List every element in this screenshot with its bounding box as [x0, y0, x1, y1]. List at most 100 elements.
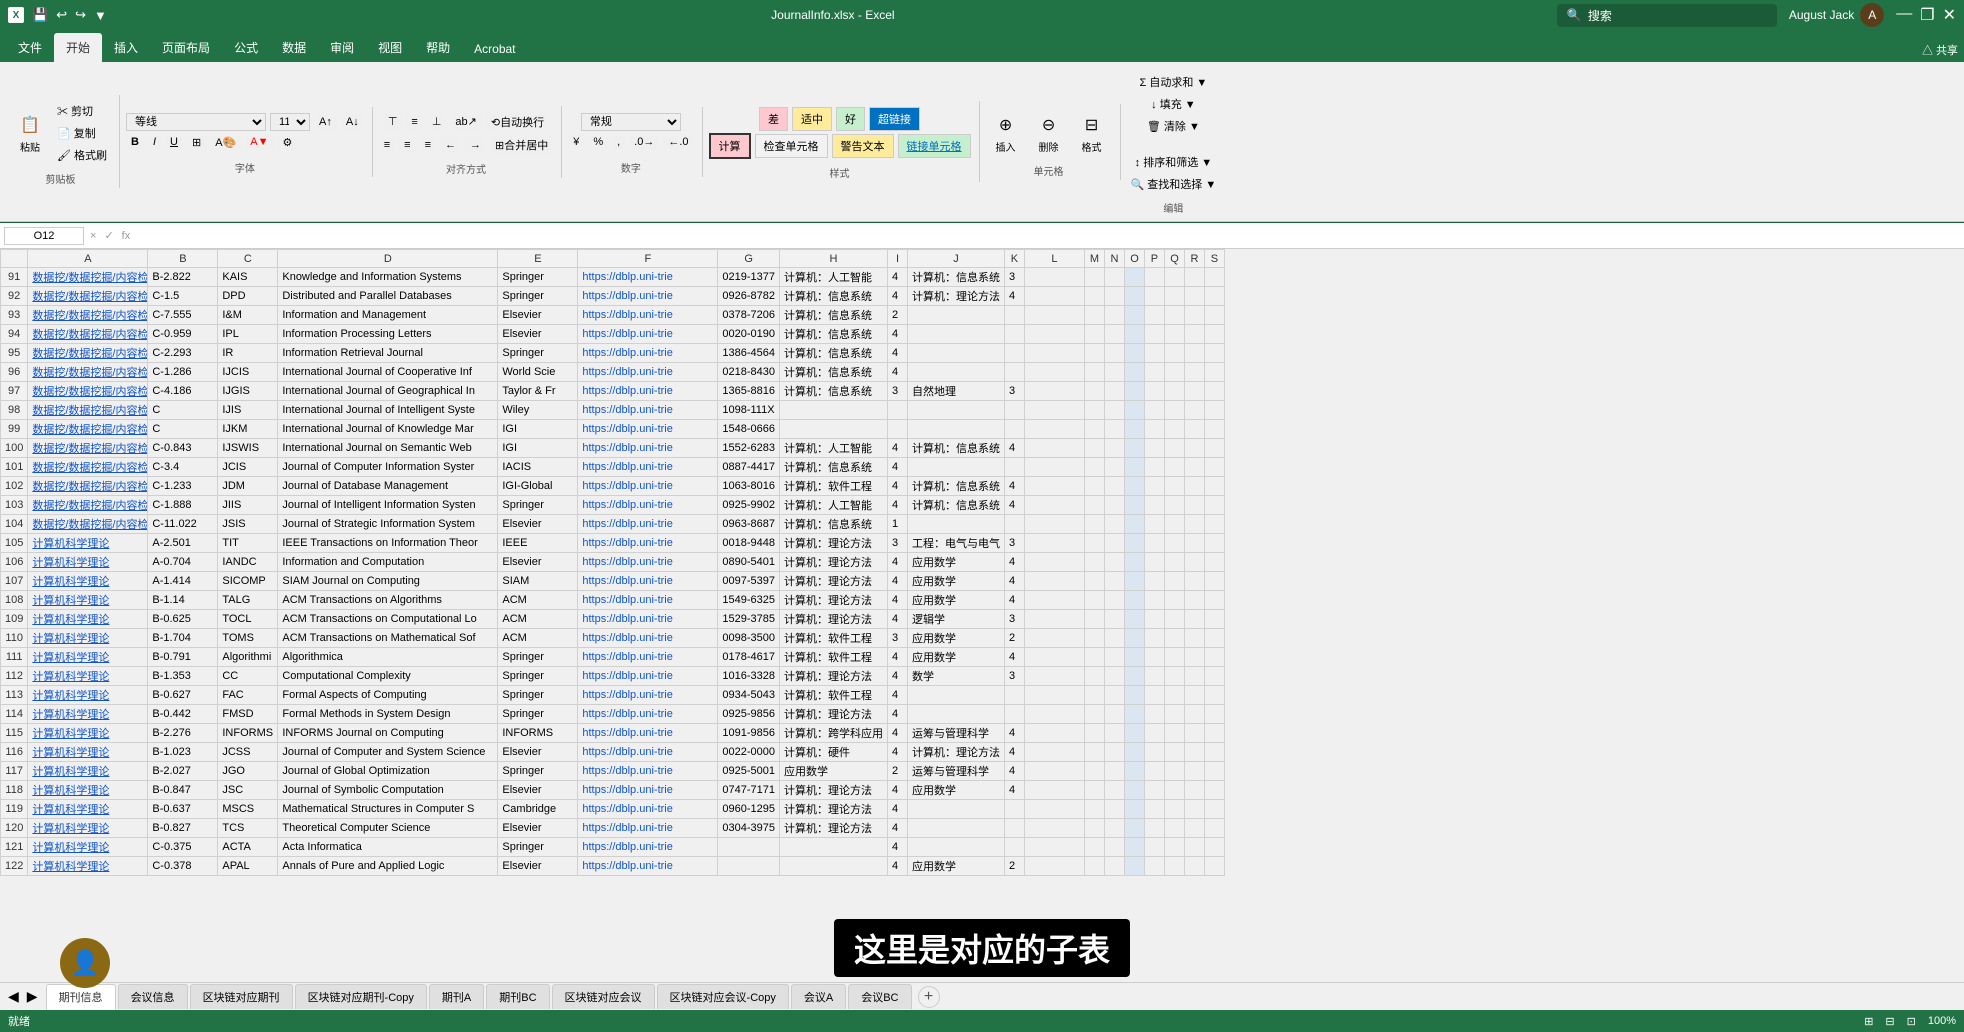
cell-n97[interactable]	[1104, 382, 1124, 401]
cell-s92[interactable]	[1204, 287, 1224, 306]
style-calc[interactable]: 计算	[709, 133, 751, 159]
cell-j91[interactable]: 计算机：信息系统	[907, 268, 1004, 287]
cell-p105[interactable]	[1144, 534, 1164, 553]
cell-e101[interactable]: IACIS	[498, 458, 578, 477]
cell-g107[interactable]: 0097-5397	[718, 572, 780, 591]
cell-k104[interactable]	[1004, 515, 1024, 534]
cell-k118[interactable]: 4	[1004, 781, 1024, 800]
cell-j104[interactable]	[907, 515, 1004, 534]
cell-q96[interactable]	[1164, 363, 1184, 382]
cell-g111[interactable]: 0178-4617	[718, 648, 780, 667]
cell-r121[interactable]	[1184, 838, 1204, 857]
cell-reference-input[interactable]	[4, 227, 84, 245]
fill-btn[interactable]: ↓ 填充 ▼	[1147, 94, 1200, 114]
cell-d110[interactable]: ACM Transactions on Mathematical Sof	[278, 629, 498, 648]
cell-s113[interactable]	[1204, 686, 1224, 705]
cell-d107[interactable]: SIAM Journal on Computing	[278, 572, 498, 591]
cell-n105[interactable]	[1104, 534, 1124, 553]
cell-e99[interactable]: IGI	[498, 420, 578, 439]
cell-e98[interactable]: Wiley	[498, 401, 578, 420]
cell-c99[interactable]: IJKM	[218, 420, 278, 439]
cell-f95[interactable]: https://dblp.uni-trie	[578, 344, 718, 363]
cell-l110[interactable]	[1024, 629, 1084, 648]
cell-j100[interactable]: 计算机：信息系统	[907, 439, 1004, 458]
cell-m103[interactable]	[1084, 496, 1104, 515]
cell-b122[interactable]: C-0.378	[148, 857, 218, 876]
cell-l121[interactable]	[1024, 838, 1084, 857]
cell-c122[interactable]: APAL	[218, 857, 278, 876]
col-header-c[interactable]: C	[218, 250, 278, 268]
cell-s114[interactable]	[1204, 705, 1224, 724]
cell-b116[interactable]: B-1.023	[148, 743, 218, 762]
cell-m101[interactable]	[1084, 458, 1104, 477]
cell-p107[interactable]	[1144, 572, 1164, 591]
cell-c96[interactable]: IJCIS	[218, 363, 278, 382]
cell-f114[interactable]: https://dblp.uni-trie	[578, 705, 718, 724]
cell-a93[interactable]: 数据挖/数据挖掘/内容检索	[28, 306, 148, 325]
cell-b102[interactable]: C-1.233	[148, 477, 218, 496]
cell-f93[interactable]: https://dblp.uni-trie	[578, 306, 718, 325]
cell-m115[interactable]	[1084, 724, 1104, 743]
cell-p102[interactable]	[1144, 477, 1164, 496]
view-layout-btn[interactable]: ⊟	[1885, 1015, 1894, 1028]
cell-f121[interactable]: https://dblp.uni-trie	[578, 838, 718, 857]
cell-e111[interactable]: Springer	[498, 648, 578, 667]
cell-e114[interactable]: Springer	[498, 705, 578, 724]
cell-c92[interactable]: DPD	[218, 287, 278, 306]
col-header-h[interactable]: H	[779, 250, 887, 268]
cell-g96[interactable]: 0218-8430	[718, 363, 780, 382]
cell-a112[interactable]: 计算机科学理论	[28, 667, 148, 686]
cell-m113[interactable]	[1084, 686, 1104, 705]
cell-d101[interactable]: Journal of Computer Information Syster	[278, 458, 498, 477]
cell-l106[interactable]	[1024, 553, 1084, 572]
cell-i114[interactable]: 4	[887, 705, 907, 724]
cell-d102[interactable]: Journal of Database Management	[278, 477, 498, 496]
cell-e119[interactable]: Cambridge	[498, 800, 578, 819]
cell-f109[interactable]: https://dblp.uni-trie	[578, 610, 718, 629]
cell-f96[interactable]: https://dblp.uni-trie	[578, 363, 718, 382]
cell-r96[interactable]	[1184, 363, 1204, 382]
cell-o110[interactable]	[1124, 629, 1144, 648]
cell-d91[interactable]: Knowledge and Information Systems	[278, 268, 498, 287]
sheet-tab-期刊A[interactable]: 期刊A	[429, 984, 484, 1009]
cell-s116[interactable]	[1204, 743, 1224, 762]
cell-r93[interactable]	[1184, 306, 1204, 325]
cell-j96[interactable]	[907, 363, 1004, 382]
cell-q102[interactable]	[1164, 477, 1184, 496]
cell-r112[interactable]	[1184, 667, 1204, 686]
cell-i99[interactable]	[887, 420, 907, 439]
save-quick-btn[interactable]: 💾	[30, 5, 50, 25]
cell-p118[interactable]	[1144, 781, 1164, 800]
cell-q92[interactable]	[1164, 287, 1184, 306]
font-color-btn[interactable]: A▼	[245, 134, 273, 150]
cell-i105[interactable]: 3	[887, 534, 907, 553]
cell-d113[interactable]: Formal Aspects of Computing	[278, 686, 498, 705]
cell-m104[interactable]	[1084, 515, 1104, 534]
cell-a95[interactable]: 数据挖/数据挖掘/内容检索	[28, 344, 148, 363]
cell-h112[interactable]: 计算机：理论方法	[779, 667, 887, 686]
tab-review[interactable]: 审阅	[318, 33, 366, 62]
cell-a94[interactable]: 数据挖/数据挖掘/内容检索	[28, 325, 148, 344]
cell-e120[interactable]: Elsevier	[498, 819, 578, 838]
col-header-g[interactable]: G	[718, 250, 780, 268]
cell-r108[interactable]	[1184, 591, 1204, 610]
cell-b114[interactable]: B-0.442	[148, 705, 218, 724]
cell-k91[interactable]: 3	[1004, 268, 1024, 287]
cell-b111[interactable]: B-0.791	[148, 648, 218, 667]
cell-e96[interactable]: World Scie	[498, 363, 578, 382]
cell-o99[interactable]	[1124, 420, 1144, 439]
sheet-nav-right[interactable]: ▶	[23, 988, 42, 1005]
cell-l105[interactable]	[1024, 534, 1084, 553]
cell-h121[interactable]	[779, 838, 887, 857]
cell-c95[interactable]: IR	[218, 344, 278, 363]
cell-q112[interactable]	[1164, 667, 1184, 686]
cell-f122[interactable]: https://dblp.uni-trie	[578, 857, 718, 876]
cell-c93[interactable]: I&M	[218, 306, 278, 325]
cell-g108[interactable]: 1549-6325	[718, 591, 780, 610]
cell-j107[interactable]: 应用数学	[907, 572, 1004, 591]
cell-l112[interactable]	[1024, 667, 1084, 686]
cell-o95[interactable]	[1124, 344, 1144, 363]
cell-m100[interactable]	[1084, 439, 1104, 458]
cell-k98[interactable]	[1004, 401, 1024, 420]
col-header-p[interactable]: P	[1144, 250, 1164, 268]
